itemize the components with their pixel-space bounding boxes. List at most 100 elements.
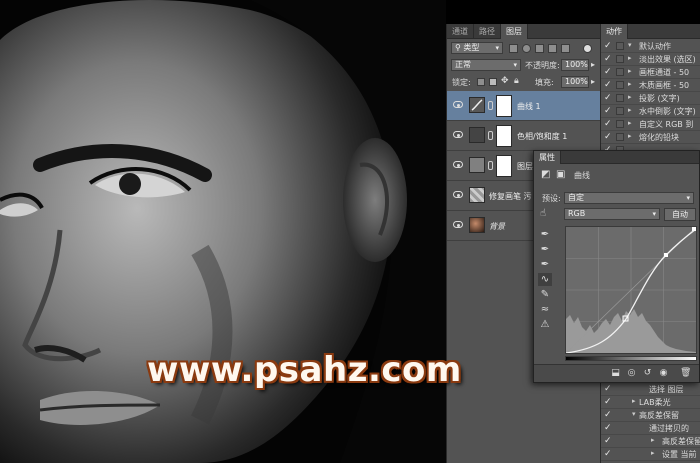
tab-properties[interactable]: 属性 (534, 151, 561, 164)
collapse-triangle-icon[interactable]: ▸ (628, 132, 632, 140)
collapse-triangle-icon[interactable]: ▸ (651, 449, 655, 457)
lock-position-icon[interactable]: ✥ (501, 76, 509, 86)
action-row[interactable]: ✓ ▸ 熔化的铅块 (601, 131, 700, 144)
action-step-row[interactable]: ✓ 选择 图层 (601, 383, 700, 396)
clipping-warning-icon[interactable]: ⚠ (538, 318, 552, 331)
lock-transparency-icon[interactable] (477, 78, 485, 86)
checkmark-icon[interactable]: ✓ (604, 450, 612, 459)
fill-input[interactable]: 100% (561, 76, 589, 88)
dialog-toggle-icon[interactable] (616, 120, 624, 128)
collapse-triangle-icon[interactable]: ▸ (628, 67, 632, 75)
layer-mask-thumbnail[interactable] (496, 155, 512, 177)
checkmark-icon[interactable]: ✓ (604, 424, 612, 433)
filter-type-icon[interactable] (535, 44, 544, 53)
layer-row-curves[interactable]: 曲线 1 (447, 91, 601, 121)
tab-actions[interactable]: 动作 (601, 24, 628, 39)
dialog-toggle-icon[interactable] (616, 68, 624, 76)
eye-icon[interactable] (453, 161, 463, 168)
filter-pixel-icon[interactable] (509, 44, 518, 53)
filter-adjustment-icon[interactable] (522, 44, 531, 53)
link-icon[interactable] (488, 131, 493, 140)
dialog-toggle-icon[interactable] (616, 55, 624, 63)
layer-kind-filter[interactable]: ⚲ 类型 ▾ (451, 42, 503, 54)
auto-button[interactable]: 自动 (664, 208, 696, 221)
eye-icon[interactable] (453, 131, 463, 138)
dialog-toggle-icon[interactable] (616, 107, 624, 115)
collapse-triangle-icon[interactable]: ▸ (628, 80, 632, 88)
layer-mask-thumbnail[interactable] (496, 95, 512, 117)
checkmark-icon[interactable]: ✓ (604, 68, 612, 77)
preset-select[interactable]: 自定 ▾ (564, 192, 694, 204)
collapse-triangle-icon[interactable]: ▸ (628, 93, 632, 101)
action-row[interactable]: ✓ ▸ 投影 (文字) (601, 92, 700, 105)
black-point-eyedropper-icon[interactable]: ✒ (538, 228, 552, 241)
chevron-right-icon[interactable]: ▸ (591, 60, 595, 69)
link-icon[interactable] (488, 161, 493, 170)
filter-toggle-icon[interactable] (583, 44, 592, 53)
white-point-eyedropper-icon[interactable]: ✒ (538, 258, 552, 271)
checkmark-icon[interactable]: ✓ (604, 42, 612, 51)
curve-point[interactable] (692, 227, 696, 231)
filter-smart-object-icon[interactable] (561, 44, 570, 53)
checkmark-icon[interactable]: ✓ (604, 55, 612, 64)
checkmark-icon[interactable]: ✓ (604, 94, 612, 103)
collapse-triangle-icon[interactable]: ▸ (651, 436, 655, 444)
collapse-triangle-icon[interactable]: ▸ (628, 106, 632, 114)
tab-layers[interactable]: 图层 (501, 24, 528, 39)
eye-icon[interactable] (453, 221, 463, 228)
layer-row-hue-saturation[interactable]: 色相/饱和度 1 (447, 121, 601, 151)
curve-point[interactable] (664, 253, 668, 257)
chevron-right-icon[interactable]: ▸ (591, 77, 595, 86)
visibility-eye-icon[interactable]: ◉ (658, 368, 669, 379)
dialog-toggle-icon[interactable] (616, 133, 624, 141)
expand-triangle-icon[interactable]: ▾ (632, 410, 636, 418)
eye-icon[interactable] (453, 191, 463, 198)
action-row[interactable]: ✓ ▸ 画框通道 - 50 (601, 66, 700, 79)
lock-all-icon[interactable]: 🔒︎ (514, 76, 519, 86)
layer-mask-thumbnail[interactable] (496, 125, 512, 147)
action-step-row[interactable]: ✓ ▸ 设置 当前 (601, 448, 700, 461)
clip-to-layer-icon[interactable]: ⬓ (610, 368, 621, 379)
dialog-toggle-icon[interactable] (616, 94, 624, 102)
blend-mode-select[interactable]: 正常 ▾ (451, 59, 521, 71)
checkmark-icon[interactable]: ✓ (604, 120, 612, 129)
view-previous-icon[interactable]: ◎ (626, 368, 637, 379)
pencil-draw-icon[interactable]: ✎ (538, 288, 552, 301)
channel-select[interactable]: RGB ▾ (564, 208, 660, 220)
opacity-input[interactable]: 100% (561, 59, 589, 71)
link-icon[interactable] (488, 101, 493, 110)
action-step-row[interactable]: ✓ ▸ LAB柔光 (601, 396, 700, 409)
checkmark-icon[interactable]: ✓ (604, 411, 612, 420)
action-row[interactable]: ✓ ▸ 木质画框 - 50 (601, 79, 700, 92)
dialog-toggle-icon[interactable] (616, 42, 624, 50)
checkmark-icon[interactable]: ✓ (604, 81, 612, 90)
checkmark-icon[interactable]: ✓ (604, 398, 612, 407)
action-set-row[interactable]: ✓ ▾ 默认动作 (601, 40, 700, 53)
collapse-triangle-icon[interactable]: ▸ (628, 54, 632, 62)
action-row[interactable]: ✓ ▸ 淡出效果 (选区) (601, 53, 700, 66)
lock-pixels-icon[interactable] (489, 78, 497, 86)
action-row[interactable]: ✓ ▸ 水中倒影 (文字) (601, 105, 700, 118)
expand-triangle-icon[interactable]: ▾ (628, 41, 632, 49)
gray-point-eyedropper-icon[interactable]: ✒ (538, 243, 552, 256)
action-step-row[interactable]: ✓ ▸ 高反差保留 (601, 435, 700, 448)
curves-graph[interactable] (565, 226, 697, 354)
curve-edit-points-icon[interactable]: ∿ (538, 273, 552, 286)
collapse-triangle-icon[interactable]: ▸ (628, 119, 632, 127)
tab-channels[interactable]: 通道 (447, 24, 474, 39)
action-step-row[interactable]: ✓ ▾ 高反差保留 (601, 409, 700, 422)
photo-canvas[interactable] (0, 0, 446, 463)
reset-icon[interactable]: ↺ (642, 368, 653, 379)
smooth-curve-icon[interactable]: ≈ (538, 303, 552, 316)
checkmark-icon[interactable]: ✓ (604, 107, 612, 116)
collapse-triangle-icon[interactable]: ▸ (632, 397, 636, 405)
action-row[interactable]: ✓ ▸ 自定义 RGB 到 (601, 118, 700, 131)
trash-icon[interactable]: 🗑︎ (680, 368, 691, 379)
mask-icon[interactable]: ▣ (556, 169, 565, 180)
checkmark-icon[interactable]: ✓ (604, 437, 612, 446)
tab-paths[interactable]: 路径 (474, 24, 501, 39)
checkmark-icon[interactable]: ✓ (604, 133, 612, 142)
filter-shape-icon[interactable] (548, 44, 557, 53)
eye-icon[interactable] (453, 101, 463, 108)
checkmark-icon[interactable]: ✓ (604, 385, 612, 394)
